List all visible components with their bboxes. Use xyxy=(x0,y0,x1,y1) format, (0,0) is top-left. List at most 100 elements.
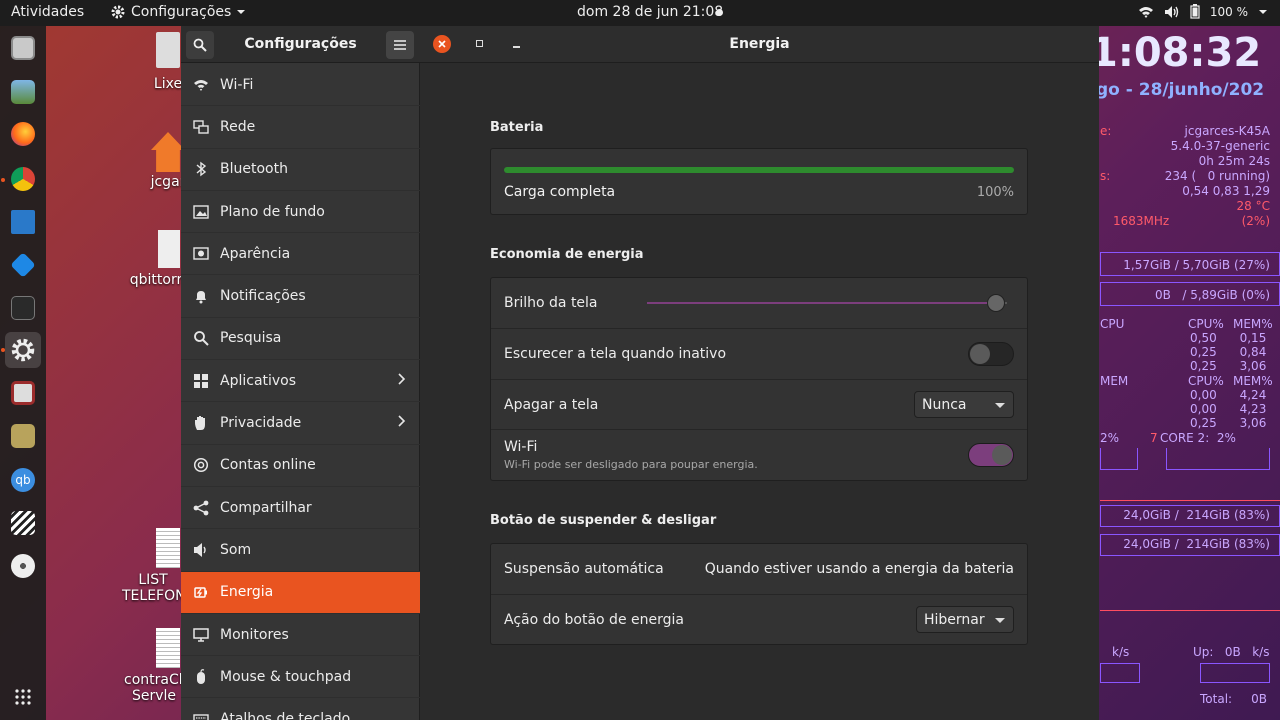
apps-icon xyxy=(193,373,209,389)
sidebar-item-bluetooth[interactable]: Bluetooth xyxy=(181,149,420,191)
sidebar-title: Configurações xyxy=(244,36,357,52)
dock-qbittorrent[interactable]: qb xyxy=(5,462,41,498)
system-tray[interactable]: 100 % xyxy=(1138,4,1268,19)
wifi-row: Wi-Fi Wi-Fi pode ser desligado para poup… xyxy=(491,430,1027,481)
conky-divider xyxy=(1100,610,1280,611)
gear-icon xyxy=(111,5,125,19)
sidebar-item-hand[interactable]: Privacidade xyxy=(181,402,420,445)
conky-core2-num: 7 xyxy=(1150,431,1158,445)
conky-cpu-row: 0,50 0,15 xyxy=(1190,331,1267,345)
chevron-right-icon xyxy=(398,415,406,431)
sidebar-item-label: Atalhos de teclado xyxy=(220,711,351,720)
auto-suspend-label: Suspensão automática xyxy=(504,561,664,577)
sidebar-item-network[interactable]: Rede xyxy=(181,106,420,149)
dock-terminal[interactable] xyxy=(5,290,41,326)
conky-disk1: 24,0GiB / 214GiB (83%) xyxy=(1123,508,1270,522)
sidebar-item-search[interactable]: Pesquisa xyxy=(181,318,420,361)
battery-percent: 100 % xyxy=(1209,4,1248,19)
conky-cpu-row: 0,25 0,84 xyxy=(1190,345,1267,359)
dock-archive[interactable] xyxy=(5,418,41,454)
desktop-item-servlet[interactable]: contraCh Servle xyxy=(124,628,188,704)
sidebar-item-mouse[interactable]: Mouse & touchpad xyxy=(181,656,420,699)
conky-col-cpu: CPU% xyxy=(1188,317,1224,331)
sidebar-item-label: Rede xyxy=(220,118,256,135)
clock[interactable]: dom 28 de jun 21:08 xyxy=(577,4,723,20)
dock-image-viewer[interactable] xyxy=(5,74,41,110)
dock-disc[interactable] xyxy=(5,548,41,584)
conky-core2: CORE 2: 2% xyxy=(1160,431,1236,445)
conky-time: 1:08:32 xyxy=(1090,30,1262,76)
document-icon xyxy=(156,628,180,668)
wifi-description: Wi-Fi pode ser desligado para poupar ene… xyxy=(504,458,758,471)
conky-uptime: 0h 25m 24s xyxy=(1198,154,1270,168)
bell-icon xyxy=(193,288,209,304)
blank-dropdown[interactable]: Nunca xyxy=(914,391,1014,418)
sidebar-item-label: Monitores xyxy=(220,626,289,643)
sidebar-item-speaker[interactable]: Som xyxy=(181,529,420,572)
brightness-slider[interactable] xyxy=(647,294,1007,312)
power-button-dropdown[interactable]: Hibernar xyxy=(916,606,1014,633)
dim-switch[interactable] xyxy=(968,342,1014,366)
desktop-item-list[interactable]: LIST TELEFON xyxy=(122,528,186,604)
sidebar-item-label: Som xyxy=(220,541,252,558)
app-menu-label: Configurações xyxy=(131,4,232,20)
conky-up: Up: 0B k/s xyxy=(1193,645,1270,659)
header-bar: Energia xyxy=(420,26,1099,63)
battery-percent: 100% xyxy=(976,185,1014,200)
auto-suspend-row[interactable]: Suspensão automática Quando estiver usan… xyxy=(491,544,1027,595)
brightness-slider-handle[interactable] xyxy=(987,294,1006,312)
desktop-item-qbittorrent[interactable]: qbittorr xyxy=(126,230,186,288)
conky-temp: 28 °C xyxy=(1236,199,1270,213)
dock-settings[interactable] xyxy=(5,332,41,368)
conky-procs: 234 ( 0 running) xyxy=(1164,169,1270,183)
conky-host-key: e: xyxy=(1100,124,1112,138)
sidebar-item-share[interactable]: Compartilhar xyxy=(181,487,420,530)
wifi-switch[interactable] xyxy=(968,443,1014,467)
sidebar-item-apps[interactable]: Aplicativos xyxy=(181,360,420,403)
battery-icon xyxy=(1190,4,1200,19)
sidebar-item-label: Notificações xyxy=(220,288,306,305)
conky-up-graph xyxy=(1200,663,1270,683)
disc-icon xyxy=(11,554,35,578)
dock-writer[interactable] xyxy=(5,204,41,240)
power-icon xyxy=(193,584,209,600)
sidebar-item-power[interactable]: Energia xyxy=(181,571,420,614)
sidebar-item-wifi[interactable]: Wi-Fi xyxy=(181,64,420,107)
dock-video[interactable] xyxy=(5,505,41,541)
conky-procs-key: s: xyxy=(1100,169,1111,183)
conky-mem-row: 0,25 3,06 xyxy=(1190,416,1267,430)
dock-firefox[interactable] xyxy=(5,116,41,152)
sidebar-item-at[interactable]: Contas online xyxy=(181,445,420,487)
sidebar-item-monitor[interactable]: Monitores xyxy=(181,614,420,657)
sidebar-item-label: Mouse & touchpad xyxy=(220,668,352,685)
dock-files-cabinet[interactable] xyxy=(5,30,41,66)
dock-chrome[interactable] xyxy=(5,161,41,197)
conky-swap: 0B / 5,89GiB (0%) xyxy=(1155,288,1270,302)
wifi-label: Wi-Fi xyxy=(504,439,538,455)
qbittorrent-icon: qb xyxy=(11,468,35,492)
dock-vscode[interactable] xyxy=(5,247,41,283)
sidebar-item-label: Aparência xyxy=(220,245,291,262)
folder-icon xyxy=(11,424,35,448)
conky-date: go - 28/junho/202 xyxy=(1096,80,1265,100)
desktop-item-label: contraCh Servle xyxy=(124,672,188,704)
sidebar-item-keyboard[interactable]: Atalhos de teclado xyxy=(181,698,420,720)
sidebar-item-appearance[interactable]: Aparência xyxy=(181,233,420,276)
conky-ram: 1,57GiB / 5,70GiB (27%) xyxy=(1123,258,1270,272)
code-icon xyxy=(10,252,36,278)
sidebar-item-label: Wi-Fi xyxy=(220,76,254,93)
activities-button[interactable]: Atividades xyxy=(11,4,84,20)
wifi-icon xyxy=(1138,6,1153,18)
menu-button[interactable] xyxy=(386,31,414,59)
conky-host: jcgarces-K45A xyxy=(1184,124,1270,138)
volume-icon xyxy=(1164,5,1179,18)
sidebar-item-background[interactable]: Plano de fundo xyxy=(181,191,420,234)
show-apps-button[interactable] xyxy=(5,679,41,715)
dock-system-monitor[interactable] xyxy=(5,375,41,411)
power-button-row: Ação do botão de energia Hibernar xyxy=(491,595,1027,645)
power-saving-panel: Brilho da tela Escurecer a tela quando i… xyxy=(490,277,1028,481)
bluetooth-icon xyxy=(193,161,209,177)
monitor-icon xyxy=(193,627,209,643)
sidebar-item-bell[interactable]: Notificações xyxy=(181,275,420,318)
app-menu[interactable]: Configurações xyxy=(110,4,246,20)
